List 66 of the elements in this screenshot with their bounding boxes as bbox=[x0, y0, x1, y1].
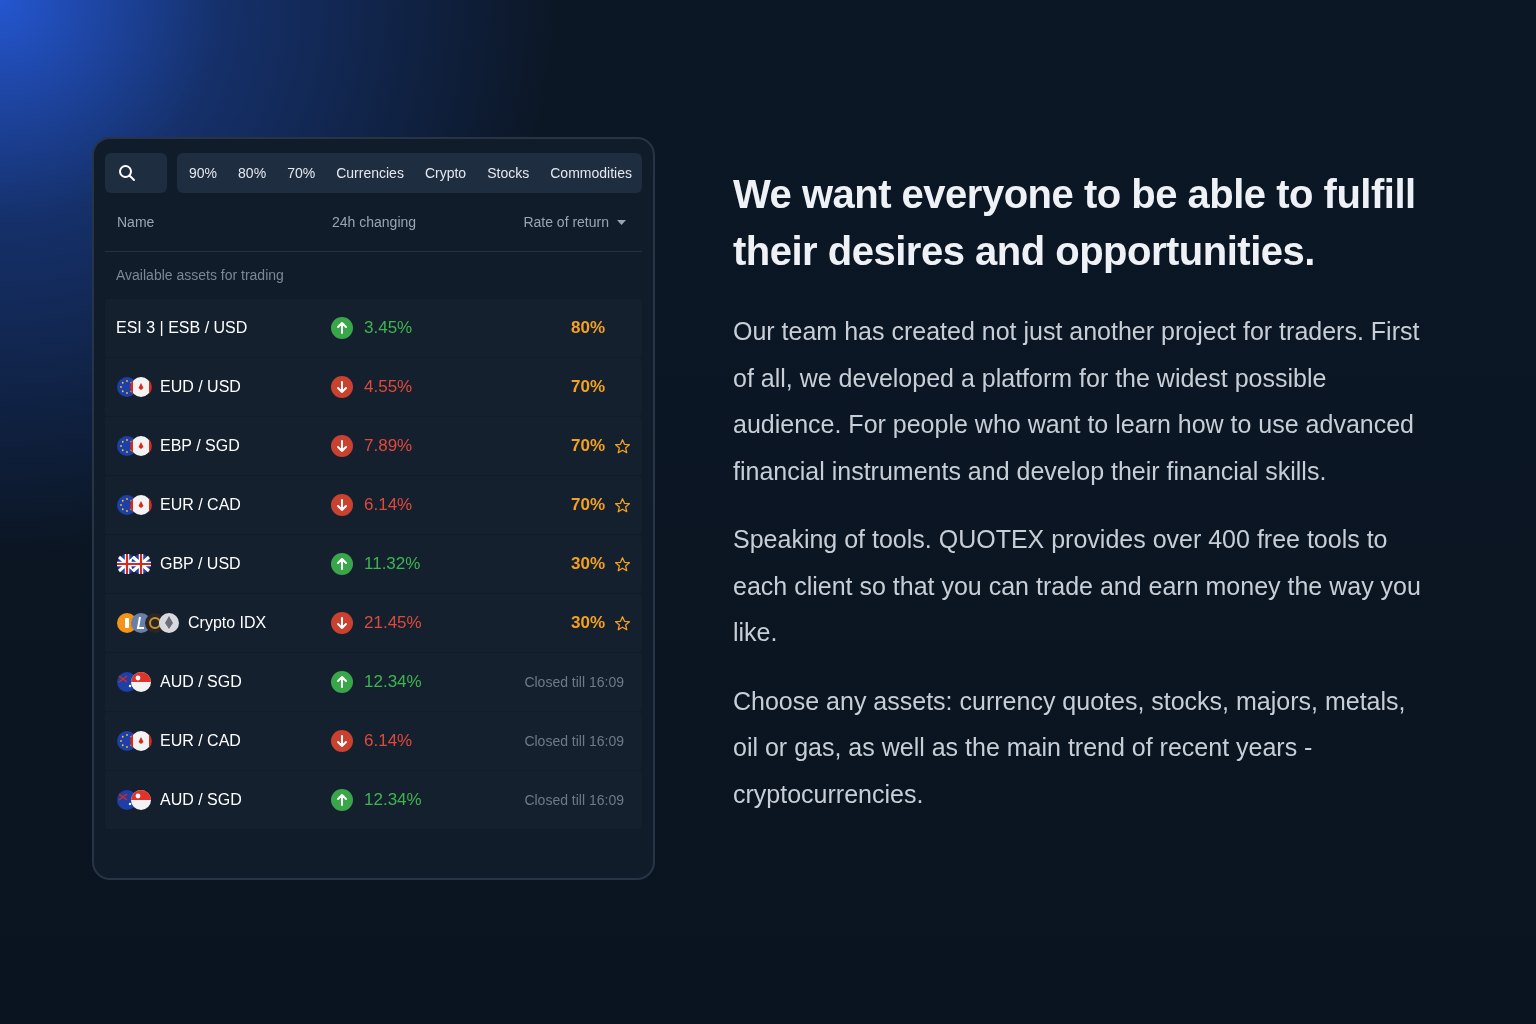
asset-row[interactable]: Crypto IDX 21.45% 30% bbox=[105, 594, 642, 652]
body-paragraph: Choose any assets: currency quotes, stocks, majors, metals, oil or gas, as well as the main trend of recent years - cryptocurrencies. bbox=[733, 685, 1407, 810]
return-rate: 70% bbox=[570, 435, 605, 458]
asset-row[interactable]: ESI 3 | ESB / USD 3.45% 80% bbox=[105, 299, 642, 357]
flags-icon bbox=[116, 730, 152, 752]
asset-name: ESI 3 | ESB / USD bbox=[116, 318, 248, 338]
column-header: Name bbox=[117, 212, 156, 232]
flags-icon bbox=[116, 671, 152, 693]
closed-status: Closed till 16:09 bbox=[524, 731, 625, 751]
return-rate: 30% bbox=[570, 612, 605, 635]
star-icon[interactable] bbox=[614, 555, 631, 573]
return-rate: 70% bbox=[570, 494, 605, 517]
change-value: 7.89% bbox=[364, 435, 413, 458]
return-rate: 70% bbox=[570, 376, 605, 399]
star-icon[interactable] bbox=[614, 496, 631, 514]
change-value: 11.32% bbox=[364, 553, 421, 576]
filter-tab[interactable]: 90% bbox=[187, 162, 220, 184]
asset-name: AUD / SGD bbox=[160, 672, 242, 692]
flags-icon bbox=[116, 789, 152, 811]
change-value: 21.45% bbox=[364, 612, 422, 635]
asset-row[interactable]: GBP / USD 11.32% 30% bbox=[105, 535, 642, 593]
search-icon bbox=[118, 164, 136, 182]
search-button[interactable] bbox=[105, 153, 167, 193]
asset-name: Crypto IDX bbox=[188, 613, 267, 633]
asset-row[interactable]: EUD / USD 4.55% 70% bbox=[105, 358, 642, 416]
change-value: 3.45% bbox=[364, 317, 413, 340]
asset-row[interactable]: AUD / SGD 12.34% Closed till 16:09 bbox=[105, 653, 642, 711]
filter-tab[interactable]: 70% bbox=[285, 162, 318, 184]
headline: We want everyone to be able to fulfill their desires and opportunities. bbox=[733, 171, 1417, 275]
filter-tab[interactable]: Currencies bbox=[334, 162, 406, 184]
asset-name: AUD / SGD bbox=[160, 790, 242, 810]
asset-name: GBP / USD bbox=[160, 554, 241, 574]
star-icon[interactable] bbox=[614, 437, 631, 455]
asset-name: EUD / USD bbox=[160, 377, 241, 397]
filter-tab[interactable]: Commodities bbox=[548, 162, 634, 184]
filter-tab[interactable]: Crypto bbox=[422, 162, 469, 184]
asset-name: EBP / SGD bbox=[160, 436, 240, 456]
return-rate: 30% bbox=[570, 553, 605, 576]
flags-icon bbox=[116, 494, 152, 516]
flags-icon bbox=[116, 553, 152, 575]
asset-row[interactable]: AUD / SGD 12.34% Closed till 16:09 bbox=[105, 771, 642, 829]
filter-tab[interactable]: Stocks bbox=[485, 162, 532, 184]
asset-name: EUR / CAD bbox=[160, 731, 241, 751]
section-label: Available assets for trading bbox=[116, 266, 284, 285]
body-paragraph: Speaking of tools. QUOTEX provides over 400 free tools to each client so that you can trade and earn money the way you like. bbox=[733, 524, 1422, 648]
asset-row[interactable]: EUR / CAD 6.14% Closed till 16:09 bbox=[105, 712, 642, 770]
closed-status: Closed till 16:09 bbox=[524, 672, 625, 692]
change-value: 6.14% bbox=[364, 730, 413, 753]
flags-icon bbox=[116, 376, 152, 398]
change-value: 4.55% bbox=[364, 376, 413, 399]
column-header: 24h changing bbox=[332, 212, 418, 232]
filter-tab[interactable]: 80% bbox=[236, 162, 269, 184]
coins-icon bbox=[116, 612, 180, 634]
asset-row[interactable]: EBP / SGD 7.89% 70% bbox=[105, 417, 642, 475]
change-value: 12.34% bbox=[364, 789, 422, 812]
star-icon[interactable] bbox=[614, 614, 631, 632]
caret-icon bbox=[617, 219, 626, 225]
change-value: 6.14% bbox=[364, 494, 413, 517]
body-paragraph: Our team has created not just another project for traders. First of all, we developed a platform for the widest possible audience. For people who want to learn how to use advanced financial instruments and develop their financial skills. bbox=[733, 316, 1421, 487]
sort-button[interactable]: Rate of return bbox=[523, 211, 630, 233]
asset-row[interactable]: EUR / CAD 6.14% 70% bbox=[105, 476, 642, 534]
flags-icon bbox=[116, 435, 152, 457]
return-rate: 80% bbox=[570, 317, 605, 340]
change-value: 12.34% bbox=[364, 671, 422, 694]
asset-name: EUR / CAD bbox=[160, 495, 241, 515]
closed-status: Closed till 16:09 bbox=[524, 790, 625, 810]
